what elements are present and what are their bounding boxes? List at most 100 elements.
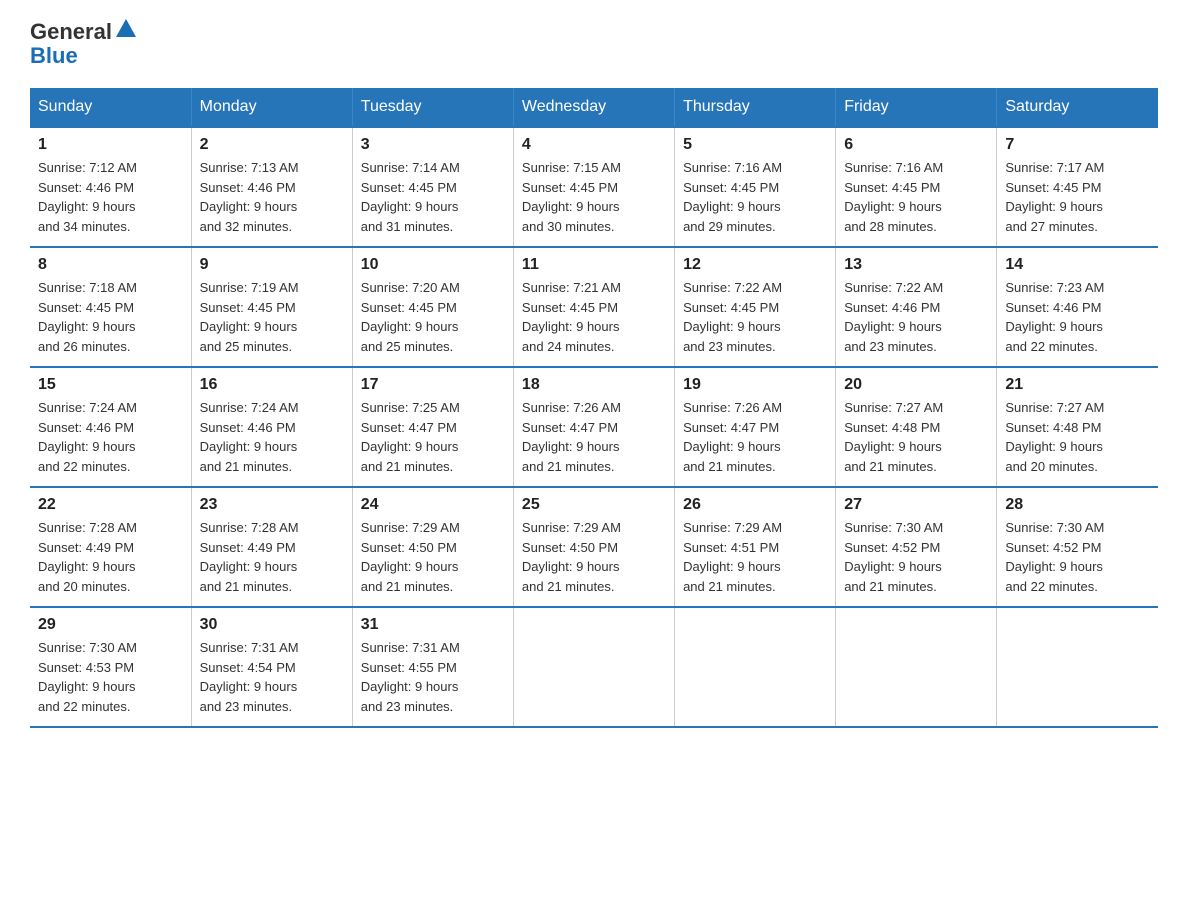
table-row: 25 Sunrise: 7:29 AMSunset: 4:50 PMDaylig… — [513, 487, 674, 607]
table-row: 24 Sunrise: 7:29 AMSunset: 4:50 PMDaylig… — [352, 487, 513, 607]
table-row: 14 Sunrise: 7:23 AMSunset: 4:46 PMDaylig… — [997, 247, 1158, 367]
table-row: 16 Sunrise: 7:24 AMSunset: 4:46 PMDaylig… — [191, 367, 352, 487]
day-info: Sunrise: 7:14 AMSunset: 4:45 PMDaylight:… — [361, 160, 460, 234]
table-row: 23 Sunrise: 7:28 AMSunset: 4:49 PMDaylig… — [191, 487, 352, 607]
logo: General Blue — [30, 20, 136, 68]
day-info: Sunrise: 7:29 AMSunset: 4:50 PMDaylight:… — [522, 520, 621, 594]
table-row: 11 Sunrise: 7:21 AMSunset: 4:45 PMDaylig… — [513, 247, 674, 367]
calendar-week-row: 1 Sunrise: 7:12 AMSunset: 4:46 PMDayligh… — [30, 127, 1158, 247]
calendar-header-row: Sunday Monday Tuesday Wednesday Thursday… — [30, 88, 1158, 127]
table-row: 2 Sunrise: 7:13 AMSunset: 4:46 PMDayligh… — [191, 127, 352, 247]
table-row: 15 Sunrise: 7:24 AMSunset: 4:46 PMDaylig… — [30, 367, 191, 487]
day-info: Sunrise: 7:15 AMSunset: 4:45 PMDaylight:… — [522, 160, 621, 234]
col-saturday: Saturday — [997, 88, 1158, 127]
day-number: 11 — [522, 256, 666, 274]
day-info: Sunrise: 7:31 AMSunset: 4:55 PMDaylight:… — [361, 640, 460, 714]
table-row: 1 Sunrise: 7:12 AMSunset: 4:46 PMDayligh… — [30, 127, 191, 247]
day-number: 1 — [38, 136, 183, 154]
col-friday: Friday — [836, 88, 997, 127]
day-info: Sunrise: 7:30 AMSunset: 4:52 PMDaylight:… — [844, 520, 943, 594]
table-row: 4 Sunrise: 7:15 AMSunset: 4:45 PMDayligh… — [513, 127, 674, 247]
day-info: Sunrise: 7:23 AMSunset: 4:46 PMDaylight:… — [1005, 280, 1104, 354]
day-info: Sunrise: 7:31 AMSunset: 4:54 PMDaylight:… — [200, 640, 299, 714]
table-row: 3 Sunrise: 7:14 AMSunset: 4:45 PMDayligh… — [352, 127, 513, 247]
day-info: Sunrise: 7:16 AMSunset: 4:45 PMDaylight:… — [844, 160, 943, 234]
table-row: 28 Sunrise: 7:30 AMSunset: 4:52 PMDaylig… — [997, 487, 1158, 607]
day-number: 27 — [844, 496, 988, 514]
col-sunday: Sunday — [30, 88, 191, 127]
table-row: 29 Sunrise: 7:30 AMSunset: 4:53 PMDaylig… — [30, 607, 191, 727]
day-number: 28 — [1005, 496, 1150, 514]
table-row: 17 Sunrise: 7:25 AMSunset: 4:47 PMDaylig… — [352, 367, 513, 487]
table-row: 27 Sunrise: 7:30 AMSunset: 4:52 PMDaylig… — [836, 487, 997, 607]
table-row: 26 Sunrise: 7:29 AMSunset: 4:51 PMDaylig… — [675, 487, 836, 607]
day-number: 4 — [522, 136, 666, 154]
day-info: Sunrise: 7:26 AMSunset: 4:47 PMDaylight:… — [683, 400, 782, 474]
calendar-week-row: 8 Sunrise: 7:18 AMSunset: 4:45 PMDayligh… — [30, 247, 1158, 367]
day-number: 14 — [1005, 256, 1150, 274]
table-row: 30 Sunrise: 7:31 AMSunset: 4:54 PMDaylig… — [191, 607, 352, 727]
day-info: Sunrise: 7:24 AMSunset: 4:46 PMDaylight:… — [200, 400, 299, 474]
day-number: 21 — [1005, 376, 1150, 394]
table-row — [513, 607, 674, 727]
day-number: 19 — [683, 376, 827, 394]
calendar-table: Sunday Monday Tuesday Wednesday Thursday… — [30, 88, 1158, 728]
day-info: Sunrise: 7:26 AMSunset: 4:47 PMDaylight:… — [522, 400, 621, 474]
day-number: 25 — [522, 496, 666, 514]
day-number: 22 — [38, 496, 183, 514]
day-number: 18 — [522, 376, 666, 394]
page-header: General Blue — [30, 20, 1158, 68]
day-info: Sunrise: 7:13 AMSunset: 4:46 PMDaylight:… — [200, 160, 299, 234]
table-row: 13 Sunrise: 7:22 AMSunset: 4:46 PMDaylig… — [836, 247, 997, 367]
table-row: 21 Sunrise: 7:27 AMSunset: 4:48 PMDaylig… — [997, 367, 1158, 487]
day-number: 31 — [361, 616, 505, 634]
day-info: Sunrise: 7:22 AMSunset: 4:46 PMDaylight:… — [844, 280, 943, 354]
day-info: Sunrise: 7:29 AMSunset: 4:51 PMDaylight:… — [683, 520, 782, 594]
table-row: 20 Sunrise: 7:27 AMSunset: 4:48 PMDaylig… — [836, 367, 997, 487]
day-number: 17 — [361, 376, 505, 394]
table-row: 8 Sunrise: 7:18 AMSunset: 4:45 PMDayligh… — [30, 247, 191, 367]
calendar-week-row: 29 Sunrise: 7:30 AMSunset: 4:53 PMDaylig… — [30, 607, 1158, 727]
col-monday: Monday — [191, 88, 352, 127]
logo-triangle-icon — [116, 19, 136, 42]
day-info: Sunrise: 7:30 AMSunset: 4:52 PMDaylight:… — [1005, 520, 1104, 594]
col-thursday: Thursday — [675, 88, 836, 127]
day-number: 15 — [38, 376, 183, 394]
day-info: Sunrise: 7:22 AMSunset: 4:45 PMDaylight:… — [683, 280, 782, 354]
table-row: 9 Sunrise: 7:19 AMSunset: 4:45 PMDayligh… — [191, 247, 352, 367]
table-row: 10 Sunrise: 7:20 AMSunset: 4:45 PMDaylig… — [352, 247, 513, 367]
day-number: 8 — [38, 256, 183, 274]
day-number: 20 — [844, 376, 988, 394]
day-number: 7 — [1005, 136, 1150, 154]
day-number: 30 — [200, 616, 344, 634]
table-row — [675, 607, 836, 727]
day-number: 13 — [844, 256, 988, 274]
calendar-week-row: 22 Sunrise: 7:28 AMSunset: 4:49 PMDaylig… — [30, 487, 1158, 607]
day-number: 9 — [200, 256, 344, 274]
day-number: 10 — [361, 256, 505, 274]
day-info: Sunrise: 7:17 AMSunset: 4:45 PMDaylight:… — [1005, 160, 1104, 234]
logo-text-blue: Blue — [30, 43, 78, 68]
day-info: Sunrise: 7:25 AMSunset: 4:47 PMDaylight:… — [361, 400, 460, 474]
col-wednesday: Wednesday — [513, 88, 674, 127]
day-number: 6 — [844, 136, 988, 154]
table-row: 6 Sunrise: 7:16 AMSunset: 4:45 PMDayligh… — [836, 127, 997, 247]
day-info: Sunrise: 7:18 AMSunset: 4:45 PMDaylight:… — [38, 280, 137, 354]
table-row: 5 Sunrise: 7:16 AMSunset: 4:45 PMDayligh… — [675, 127, 836, 247]
day-number: 26 — [683, 496, 827, 514]
day-number: 2 — [200, 136, 344, 154]
table-row: 12 Sunrise: 7:22 AMSunset: 4:45 PMDaylig… — [675, 247, 836, 367]
day-info: Sunrise: 7:21 AMSunset: 4:45 PMDaylight:… — [522, 280, 621, 354]
day-info: Sunrise: 7:24 AMSunset: 4:46 PMDaylight:… — [38, 400, 137, 474]
col-tuesday: Tuesday — [352, 88, 513, 127]
table-row: 19 Sunrise: 7:26 AMSunset: 4:47 PMDaylig… — [675, 367, 836, 487]
table-row — [836, 607, 997, 727]
day-info: Sunrise: 7:27 AMSunset: 4:48 PMDaylight:… — [1005, 400, 1104, 474]
day-number: 5 — [683, 136, 827, 154]
day-number: 23 — [200, 496, 344, 514]
day-info: Sunrise: 7:16 AMSunset: 4:45 PMDaylight:… — [683, 160, 782, 234]
day-info: Sunrise: 7:29 AMSunset: 4:50 PMDaylight:… — [361, 520, 460, 594]
table-row: 31 Sunrise: 7:31 AMSunset: 4:55 PMDaylig… — [352, 607, 513, 727]
day-number: 12 — [683, 256, 827, 274]
day-info: Sunrise: 7:28 AMSunset: 4:49 PMDaylight:… — [200, 520, 299, 594]
